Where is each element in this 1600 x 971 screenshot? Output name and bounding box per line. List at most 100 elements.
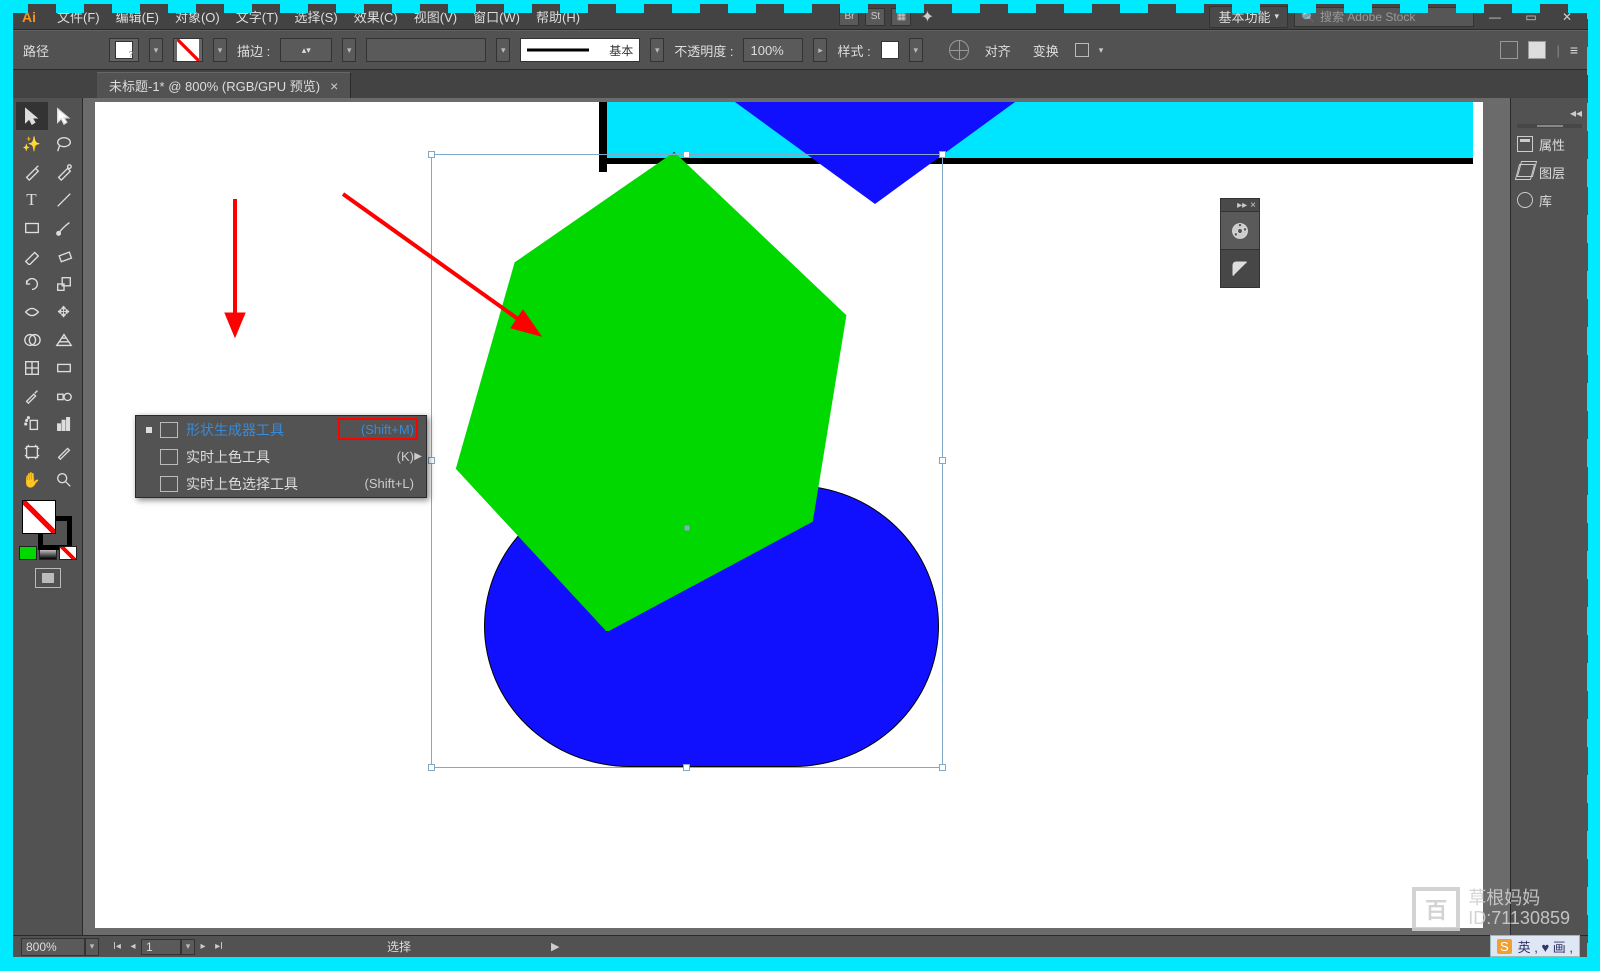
screen-mode-icon[interactable]: [35, 568, 61, 588]
menu-object[interactable]: 对象(O): [167, 4, 228, 29]
stroke-profile[interactable]: [366, 38, 486, 62]
menu-type[interactable]: 文字(T): [228, 4, 287, 29]
free-transform-tool[interactable]: ✥: [48, 298, 80, 326]
flyout-item-live-paint[interactable]: 实时上色工具 (K) ▶: [136, 443, 426, 470]
eyedropper-tool[interactable]: [16, 382, 48, 410]
window-restore-icon[interactable]: ▭: [1516, 7, 1546, 27]
artboard-number-input[interactable]: 1: [141, 939, 181, 955]
mini-panel-dock[interactable]: ▸▸×: [1220, 198, 1260, 288]
panel-drag-handle[interactable]: [1517, 124, 1582, 128]
paintbrush-tool[interactable]: [48, 214, 80, 242]
expand-dock-icon[interactable]: ◂◂: [1564, 104, 1588, 122]
menu-view[interactable]: 视图(V): [406, 4, 465, 29]
selection-tool[interactable]: [16, 102, 48, 130]
fill-dropdown[interactable]: ▾: [149, 38, 163, 62]
style-dd[interactable]: ▾: [909, 38, 923, 62]
artboard-tool[interactable]: [16, 438, 48, 466]
scale-tool[interactable]: [48, 270, 80, 298]
panel-layers[interactable]: 图层: [1511, 158, 1588, 186]
direct-selection-tool[interactable]: [48, 102, 80, 130]
arrange-icon[interactable]: ▦: [891, 8, 911, 26]
lasso-tool[interactable]: [48, 130, 80, 158]
panel-properties[interactable]: 属性: [1511, 130, 1588, 158]
line-tool[interactable]: [48, 186, 80, 214]
menu-edit[interactable]: 编辑(E): [108, 4, 167, 29]
menu-effect[interactable]: 效果(C): [346, 4, 406, 29]
fill-color-swatch[interactable]: [22, 500, 56, 534]
workspace-dropdown[interactable]: 基本功能▾: [1209, 6, 1288, 28]
prev-artboard-icon[interactable]: ◂: [125, 939, 141, 955]
color-panel-icon[interactable]: [1221, 211, 1259, 249]
first-artboard-icon[interactable]: I◂: [109, 939, 125, 955]
bbox-handle[interactable]: [428, 151, 435, 158]
bbox-handle[interactable]: [939, 151, 946, 158]
zoom-dd[interactable]: ▾: [85, 938, 99, 956]
bbox-handle[interactable]: [939, 457, 946, 464]
menu-help[interactable]: 帮助(H): [528, 4, 588, 29]
hand-tool[interactable]: ✋: [16, 466, 48, 494]
flyout-item-shape-builder[interactable]: 形状生成器工具 (Shift+M): [136, 416, 426, 443]
menu-select[interactable]: 选择(S): [286, 4, 345, 29]
close-icon[interactable]: ×: [1250, 200, 1256, 211]
align-button[interactable]: 对齐: [979, 38, 1017, 62]
color-chip-none[interactable]: [59, 546, 77, 560]
color-chip-solid[interactable]: [19, 546, 37, 560]
tab-close-icon[interactable]: ×: [330, 78, 338, 94]
opacity-dd[interactable]: ▸: [813, 38, 827, 62]
stroke-weight-input[interactable]: ▴▾: [280, 38, 332, 62]
magic-wand-tool[interactable]: ✨: [16, 130, 48, 158]
rotate-tool[interactable]: [16, 270, 48, 298]
bbox-handle[interactable]: [683, 764, 690, 771]
panel-menu-icon[interactable]: ≡: [1570, 42, 1578, 58]
panel-libraries[interactable]: 库: [1511, 186, 1588, 214]
mini-dock-header[interactable]: ▸▸×: [1221, 199, 1259, 211]
perspective-grid-tool[interactable]: [48, 326, 80, 354]
transform-ref-icon[interactable]: [1075, 43, 1089, 57]
transform-button[interactable]: 变换: [1027, 38, 1065, 62]
document-setup-icon[interactable]: [949, 40, 969, 60]
menu-file[interactable]: 文件(F): [49, 4, 108, 29]
bbox-handle[interactable]: [428, 764, 435, 771]
gpu-icon[interactable]: ✦: [917, 8, 937, 26]
last-artboard-icon[interactable]: ▸I: [211, 939, 227, 955]
brush-dd[interactable]: ▾: [650, 38, 664, 62]
bbox-handle[interactable]: [939, 764, 946, 771]
search-stock-input[interactable]: 🔍搜索 Adobe Stock: [1294, 7, 1474, 27]
zoom-input[interactable]: 800%: [21, 938, 85, 956]
rectangle-tool[interactable]: [16, 214, 48, 242]
status-play-icon[interactable]: ▶: [551, 940, 559, 953]
flyout-item-live-paint-select[interactable]: 实时上色选择工具 (Shift+L): [136, 470, 426, 497]
menu-window[interactable]: 窗口(W): [465, 4, 528, 29]
stroke-swatch[interactable]: [173, 38, 203, 62]
fill-swatch[interactable]: ?: [109, 38, 139, 62]
stroke-weight-dd[interactable]: ▾: [342, 38, 356, 62]
next-artboard-icon[interactable]: ▸: [195, 939, 211, 955]
opacity-input[interactable]: 100%: [743, 38, 803, 62]
graphic-style-swatch[interactable]: [881, 41, 899, 59]
symbol-sprayer-tool[interactable]: [16, 410, 48, 438]
width-tool[interactable]: [16, 298, 48, 326]
stroke-dropdown[interactable]: ▾: [213, 38, 227, 62]
document-tab[interactable]: 未标题-1* @ 800% (RGB/GPU 预览) ×: [97, 72, 351, 98]
canvas-area[interactable]: 形状生成器工具 (Shift+M) 实时上色工具 (K) ▶ 实时上色选择工具 …: [83, 98, 1510, 935]
shaper-tool[interactable]: [16, 242, 48, 270]
curvature-tool[interactable]: [48, 158, 80, 186]
slice-tool[interactable]: [48, 438, 80, 466]
stroke-profile-dd[interactable]: ▾: [496, 38, 510, 62]
brush-preview[interactable]: 基本: [520, 38, 640, 62]
ime-toolbar[interactable]: S 英 , ♥ 画 ,: [1490, 935, 1580, 957]
artboard-dd[interactable]: ▾: [181, 939, 195, 955]
collapse-icon[interactable]: ▸▸: [1237, 200, 1247, 211]
bridge-icon[interactable]: Br: [839, 8, 859, 26]
window-close-icon[interactable]: ✕: [1552, 7, 1582, 27]
mesh-tool[interactable]: [16, 354, 48, 382]
bbox-handle[interactable]: [428, 457, 435, 464]
snap-pixel-icon[interactable]: [1500, 41, 1518, 59]
stock-icon[interactable]: St: [865, 8, 885, 26]
fill-stroke-swatches[interactable]: [20, 498, 76, 544]
shape-builder-tool[interactable]: [16, 326, 48, 354]
zoom-tool[interactable]: [48, 466, 80, 494]
corner-panel-icon[interactable]: [1221, 249, 1259, 287]
window-minimize-icon[interactable]: —: [1480, 7, 1510, 27]
column-graph-tool[interactable]: [48, 410, 80, 438]
